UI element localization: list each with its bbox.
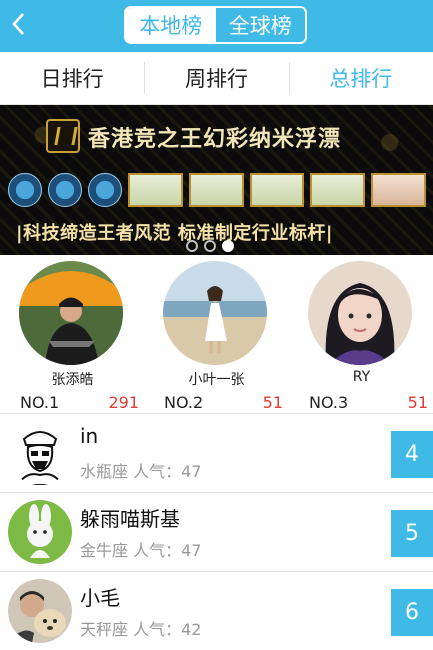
certificate-image <box>188 173 244 207</box>
list-item[interactable]: 小毛 天秤座 人气：42 6 <box>0 572 433 650</box>
girl-portrait-avatar[interactable] <box>308 261 412 365</box>
rank-badge: 6 <box>391 589 433 636</box>
podium-entry-2[interactable]: 小叶一张 NO.2 51 <box>144 261 289 412</box>
brand-logo-icon <box>46 119 80 153</box>
rank-badge: 5 <box>391 510 433 557</box>
page-dot-active[interactable] <box>222 240 234 252</box>
podium-entry-1[interactable]: 张添皓 NO.1 291 <box>0 261 145 412</box>
man-with-dog-avatar[interactable] <box>8 579 72 643</box>
user-meta: 金牛座 人气：47 <box>80 537 201 561</box>
list-item[interactable]: 躲雨喵斯基 金牛座 人气：47 5 <box>0 493 433 572</box>
top-bar: 本地榜 全球榜 <box>0 0 433 52</box>
zodiac-sign: 金牛座 <box>80 541 129 560</box>
podium-rank-label: NO.3 <box>309 393 349 412</box>
man-under-umbrella-avatar[interactable] <box>19 261 123 365</box>
podium-rank-label: NO.2 <box>164 393 204 412</box>
certificate-image <box>371 173 426 207</box>
page-dot[interactable] <box>204 240 216 252</box>
certification-seal-icon <box>48 173 82 207</box>
tab-daily[interactable]: 日排行 <box>0 52 144 104</box>
podium-entry-3[interactable]: RY NO.3 51 <box>289 261 433 412</box>
certificate-image <box>310 173 366 207</box>
banner-title: 香港竞之王幻彩纳米浮漂 <box>88 127 342 152</box>
cartoon-rabbit-avatar[interactable] <box>8 500 72 564</box>
tab-all-time[interactable]: 总排行 <box>288 52 433 104</box>
page-dot[interactable] <box>186 240 198 252</box>
zodiac-sign: 天秤座 <box>80 620 129 639</box>
rank-badge: 4 <box>391 431 433 478</box>
tab-local-leaderboard[interactable]: 本地榜 <box>126 8 216 42</box>
girl-on-beach-avatar[interactable] <box>163 261 267 365</box>
banner-slogan: |科技缔造王者风范 标准制定行业标杆| <box>16 223 333 244</box>
popularity: 人气：42 <box>133 620 202 639</box>
podium-name: 小叶一张 <box>188 372 245 388</box>
user-name: 小毛 <box>80 586 120 610</box>
certificate-image <box>128 173 183 207</box>
promo-banner[interactable]: 香港竞之王幻彩纳米浮漂 |科技缔造王者风范 标准制定行业标杆| <box>0 105 433 255</box>
podium-name: RY <box>352 369 371 385</box>
certificate-row <box>8 169 426 211</box>
popularity: 人气：47 <box>133 462 202 481</box>
leaderboard-scope-toggle: 本地榜 全球榜 <box>124 6 307 44</box>
top-three-podium: 张添皓 NO.1 291 小叶一张 NO.2 51 RY NO.3 51 <box>0 255 433 413</box>
banner-page-indicator <box>186 240 234 252</box>
podium-score: 51 <box>262 393 283 412</box>
podium-score: 291 <box>108 393 139 412</box>
podium-rank-label: NO.1 <box>20 393 60 412</box>
tab-global-leaderboard[interactable]: 全球榜 <box>215 8 305 42</box>
sketch-avatar[interactable] <box>8 421 72 485</box>
certification-seal-icon <box>88 173 122 207</box>
podium-score: 51 <box>407 393 428 412</box>
certification-seal-icon <box>8 173 42 207</box>
user-name: in <box>80 424 99 448</box>
certificate-image <box>249 173 305 207</box>
popularity: 人气：47 <box>133 541 202 560</box>
tab-weekly[interactable]: 周排行 <box>144 52 288 104</box>
period-tabs: 日排行 周排行 总排行 <box>0 52 433 105</box>
list-item[interactable]: in 水瓶座 人气：47 4 <box>0 414 433 493</box>
user-meta: 水瓶座 人气：47 <box>80 458 201 482</box>
user-name: 躲雨喵斯基 <box>80 507 180 531</box>
chevron-left-icon[interactable] <box>6 10 32 40</box>
user-meta: 天秤座 人气：42 <box>80 616 201 640</box>
podium-name: 张添皓 <box>51 372 94 388</box>
zodiac-sign: 水瓶座 <box>80 462 129 481</box>
